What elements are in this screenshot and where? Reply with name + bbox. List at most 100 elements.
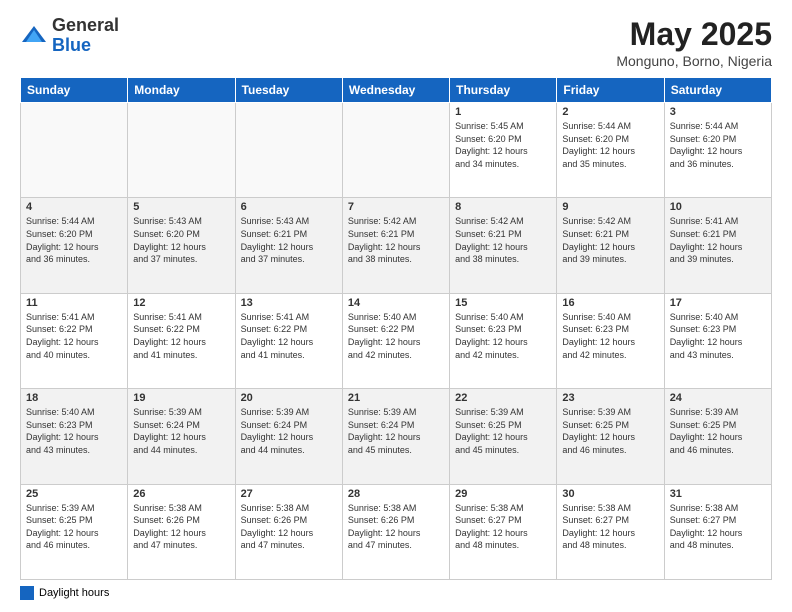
day-info: Sunrise: 5:41 AM Sunset: 6:22 PM Dayligh… [133, 311, 229, 361]
table-row: 17Sunrise: 5:40 AM Sunset: 6:23 PM Dayli… [664, 293, 771, 388]
day-number: 12 [133, 297, 229, 309]
table-row: 9Sunrise: 5:42 AM Sunset: 6:21 PM Daylig… [557, 198, 664, 293]
table-row: 1 Sunrise: 5:45 AM Sunset: 6:20 PM Daylig… [450, 103, 557, 198]
day-number: 2 [562, 106, 658, 118]
col-sunday: Sunday [21, 78, 128, 103]
table-row: 5Sunrise: 5:43 AM Sunset: 6:20 PM Daylig… [128, 198, 235, 293]
table-row: 16 Sunrise: 5:40 AM Sunset: 6:23 PM Dayli… [557, 293, 664, 388]
day-info: Sunrise: 5:41 AM Sunset: 6:22 PM Dayligh… [26, 311, 122, 361]
day-info: Sunrise: 5:44 AM Sunset: 6:20 PM Dayligh… [670, 120, 766, 170]
day-info: Sunrise: 5:43 AM Sunset: 6:21 PM Dayligh… [241, 215, 337, 265]
day-number: 15 [455, 297, 551, 309]
day-info: Sunrise: 5:39 AM Sunset: 6:25 PM Dayligh… [26, 502, 122, 552]
table-row: 15 Sunrise: 5:40 AM Sunset: 6:23 PM Dayli… [450, 293, 557, 388]
day-number: 18 [26, 392, 122, 404]
day-info: Sunrise: 5:38 AM Sunset: 6:27 PM Dayligh… [455, 502, 551, 552]
table-row: 30 Sunrise: 5:38 AM Sunset: 6:27 PM Dayli… [557, 484, 664, 579]
col-tuesday: Tuesday [235, 78, 342, 103]
day-number: 13 [241, 297, 337, 309]
day-number: 27 [241, 488, 337, 500]
table-row: 2 Sunrise: 5:44 AM Sunset: 6:20 PM Daylig… [557, 103, 664, 198]
calendar-week-row: 11 Sunrise: 5:41 AM Sunset: 6:22 PM Dayli… [21, 293, 772, 388]
table-row: 22 Sunrise: 5:39 AM Sunset: 6:25 PM Dayli… [450, 389, 557, 484]
legend-box [20, 586, 34, 600]
day-number: 21 [348, 392, 444, 404]
day-info: Sunrise: 5:39 AM Sunset: 6:25 PM Dayligh… [455, 406, 551, 456]
day-number: 16 [562, 297, 658, 309]
table-row: 29 Sunrise: 5:38 AM Sunset: 6:27 PM Dayli… [450, 484, 557, 579]
day-number: 1 [455, 106, 551, 118]
day-info: Sunrise: 5:41 AM Sunset: 6:22 PM Dayligh… [241, 311, 337, 361]
day-info: Sunrise: 5:39 AM Sunset: 6:24 PM Dayligh… [241, 406, 337, 456]
day-number: 8 [455, 201, 551, 213]
day-info: Sunrise: 5:39 AM Sunset: 6:24 PM Dayligh… [133, 406, 229, 456]
day-info: Sunrise: 5:40 AM Sunset: 6:23 PM Dayligh… [26, 406, 122, 456]
day-number: 31 [670, 488, 766, 500]
table-row: 23 Sunrise: 5:39 AM Sunset: 6:25 PM Dayli… [557, 389, 664, 484]
calendar-header-row: Sunday Monday Tuesday Wednesday Thursday… [21, 78, 772, 103]
day-info: Sunrise: 5:38 AM Sunset: 6:27 PM Dayligh… [670, 502, 766, 552]
table-row: 7 Sunrise: 5:42 AM Sunset: 6:21 PM Daylig… [342, 198, 449, 293]
logo-general-text: General [52, 15, 119, 35]
day-info: Sunrise: 5:38 AM Sunset: 6:27 PM Dayligh… [562, 502, 658, 552]
day-info: Sunrise: 5:44 AM Sunset: 6:20 PM Dayligh… [562, 120, 658, 170]
header: General Blue May 2025 Monguno, Borno, Ni… [20, 16, 772, 69]
col-wednesday: Wednesday [342, 78, 449, 103]
table-row [21, 103, 128, 198]
day-number: 29 [455, 488, 551, 500]
logo: General Blue [20, 16, 119, 56]
table-row: 18 Sunrise: 5:40 AM Sunset: 6:23 PM Dayli… [21, 389, 128, 484]
day-info: Sunrise: 5:42 AM Sunset: 6:21 PM Dayligh… [455, 215, 551, 265]
table-row: 25Sunrise: 5:39 AM Sunset: 6:25 PM Dayli… [21, 484, 128, 579]
title-block: May 2025 Monguno, Borno, Nigeria [616, 16, 772, 69]
day-info: Sunrise: 5:42 AM Sunset: 6:21 PM Dayligh… [348, 215, 444, 265]
day-info: Sunrise: 5:45 AM Sunset: 6:20 PM Dayligh… [455, 120, 551, 170]
day-number: 4 [26, 201, 122, 213]
calendar-week-row: 18 Sunrise: 5:40 AM Sunset: 6:23 PM Dayli… [21, 389, 772, 484]
day-info: Sunrise: 5:44 AM Sunset: 6:20 PM Dayligh… [26, 215, 122, 265]
day-info: Sunrise: 5:38 AM Sunset: 6:26 PM Dayligh… [133, 502, 229, 552]
day-number: 28 [348, 488, 444, 500]
day-number: 11 [26, 297, 122, 309]
day-info: Sunrise: 5:42 AM Sunset: 6:21 PM Dayligh… [562, 215, 658, 265]
table-row [342, 103, 449, 198]
table-row: 8 Sunrise: 5:42 AM Sunset: 6:21 PM Daylig… [450, 198, 557, 293]
day-number: 22 [455, 392, 551, 404]
table-row: 6 Sunrise: 5:43 AM Sunset: 6:21 PM Daylig… [235, 198, 342, 293]
day-info: Sunrise: 5:41 AM Sunset: 6:21 PM Dayligh… [670, 215, 766, 265]
day-number: 23 [562, 392, 658, 404]
day-number: 5 [133, 201, 229, 213]
day-number: 17 [670, 297, 766, 309]
day-number: 6 [241, 201, 337, 213]
day-number: 7 [348, 201, 444, 213]
table-row: 21 Sunrise: 5:39 AM Sunset: 6:24 PM Dayli… [342, 389, 449, 484]
table-row: 24Sunrise: 5:39 AM Sunset: 6:25 PM Dayli… [664, 389, 771, 484]
legend-label: Daylight hours [39, 587, 109, 599]
table-row: 31 Sunrise: 5:38 AM Sunset: 6:27 PM Dayli… [664, 484, 771, 579]
day-number: 30 [562, 488, 658, 500]
day-info: Sunrise: 5:40 AM Sunset: 6:23 PM Dayligh… [455, 311, 551, 361]
table-row: 28 Sunrise: 5:38 AM Sunset: 6:26 PM Dayli… [342, 484, 449, 579]
calendar-week-row: 25Sunrise: 5:39 AM Sunset: 6:25 PM Dayli… [21, 484, 772, 579]
location-subtitle: Monguno, Borno, Nigeria [616, 53, 772, 69]
calendar-week-row: 4 Sunrise: 5:44 AM Sunset: 6:20 PM Daylig… [21, 198, 772, 293]
day-number: 24 [670, 392, 766, 404]
day-info: Sunrise: 5:39 AM Sunset: 6:24 PM Dayligh… [348, 406, 444, 456]
table-row: 11 Sunrise: 5:41 AM Sunset: 6:22 PM Dayli… [21, 293, 128, 388]
table-row: 12 Sunrise: 5:41 AM Sunset: 6:22 PM Dayli… [128, 293, 235, 388]
table-row: 10 Sunrise: 5:41 AM Sunset: 6:21 PM Dayli… [664, 198, 771, 293]
table-row [128, 103, 235, 198]
day-info: Sunrise: 5:40 AM Sunset: 6:22 PM Dayligh… [348, 311, 444, 361]
day-info: Sunrise: 5:40 AM Sunset: 6:23 PM Dayligh… [562, 311, 658, 361]
table-row: 13 Sunrise: 5:41 AM Sunset: 6:22 PM Dayli… [235, 293, 342, 388]
col-thursday: Thursday [450, 78, 557, 103]
day-info: Sunrise: 5:39 AM Sunset: 6:25 PM Dayligh… [562, 406, 658, 456]
table-row: 20Sunrise: 5:39 AM Sunset: 6:24 PM Dayli… [235, 389, 342, 484]
day-number: 14 [348, 297, 444, 309]
calendar-table: Sunday Monday Tuesday Wednesday Thursday… [20, 77, 772, 580]
day-number: 10 [670, 201, 766, 213]
day-info: Sunrise: 5:38 AM Sunset: 6:26 PM Dayligh… [348, 502, 444, 552]
table-row [235, 103, 342, 198]
day-info: Sunrise: 5:38 AM Sunset: 6:26 PM Dayligh… [241, 502, 337, 552]
col-monday: Monday [128, 78, 235, 103]
